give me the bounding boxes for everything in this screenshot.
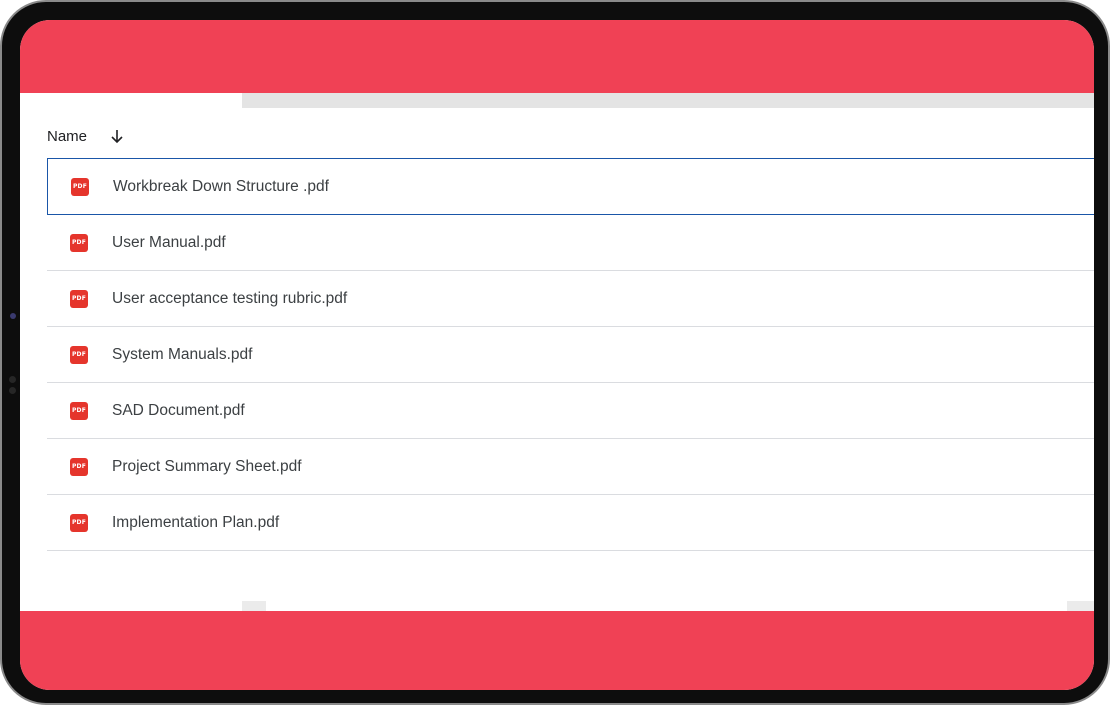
pdf-icon: PDF [70,345,88,364]
arrow-down-icon[interactable] [109,128,125,144]
file-row[interactable]: PDF User Manual.pdf [47,215,1094,271]
file-row[interactable]: PDF System Manuals.pdf [47,327,1094,383]
name-column-header[interactable]: Name [47,128,87,145]
screen: Name PDF Workbreak Down Structure .pdf PDF… [20,20,1094,690]
pdf-icon: PDF [70,457,88,476]
file-row[interactable]: PDF User acceptance testing rubric.pdf [47,271,1094,327]
file-name[interactable]: Project Summary Sheet.pdf [112,458,302,476]
file-row[interactable]: PDF Workbreak Down Structure .pdf [47,158,1094,215]
top-banner [20,20,1094,93]
file-name[interactable]: User acceptance testing rubric.pdf [112,290,347,308]
file-name[interactable]: User Manual.pdf [112,234,226,252]
file-row[interactable]: PDF Implementation Plan.pdf [47,495,1094,551]
file-name[interactable]: Implementation Plan.pdf [112,514,279,532]
pdf-icon: PDF [70,289,88,308]
side-sensor [9,387,16,394]
toolbar-strip [242,93,1094,108]
scrollbar-left[interactable] [242,601,266,611]
tablet-frame: Name PDF Workbreak Down Structure .pdf PDF… [0,0,1110,705]
pdf-icon: PDF [70,233,88,252]
pdf-icon: PDF [70,401,88,420]
pdf-icon: PDF [71,177,89,196]
list-header[interactable]: Name [47,120,125,152]
file-row[interactable]: PDF Project Summary Sheet.pdf [47,439,1094,495]
scrollbar-right[interactable] [1067,601,1094,611]
file-row[interactable]: PDF SAD Document.pdf [47,383,1094,439]
file-list: PDF Workbreak Down Structure .pdf PDF User … [47,158,1094,551]
side-sensor [9,376,16,383]
file-name[interactable]: SAD Document.pdf [112,402,245,420]
file-name[interactable]: Workbreak Down Structure .pdf [113,178,329,196]
front-camera [10,313,16,319]
pdf-icon: PDF [70,513,88,532]
bottom-banner [20,611,1094,690]
file-name[interactable]: System Manuals.pdf [112,346,252,364]
